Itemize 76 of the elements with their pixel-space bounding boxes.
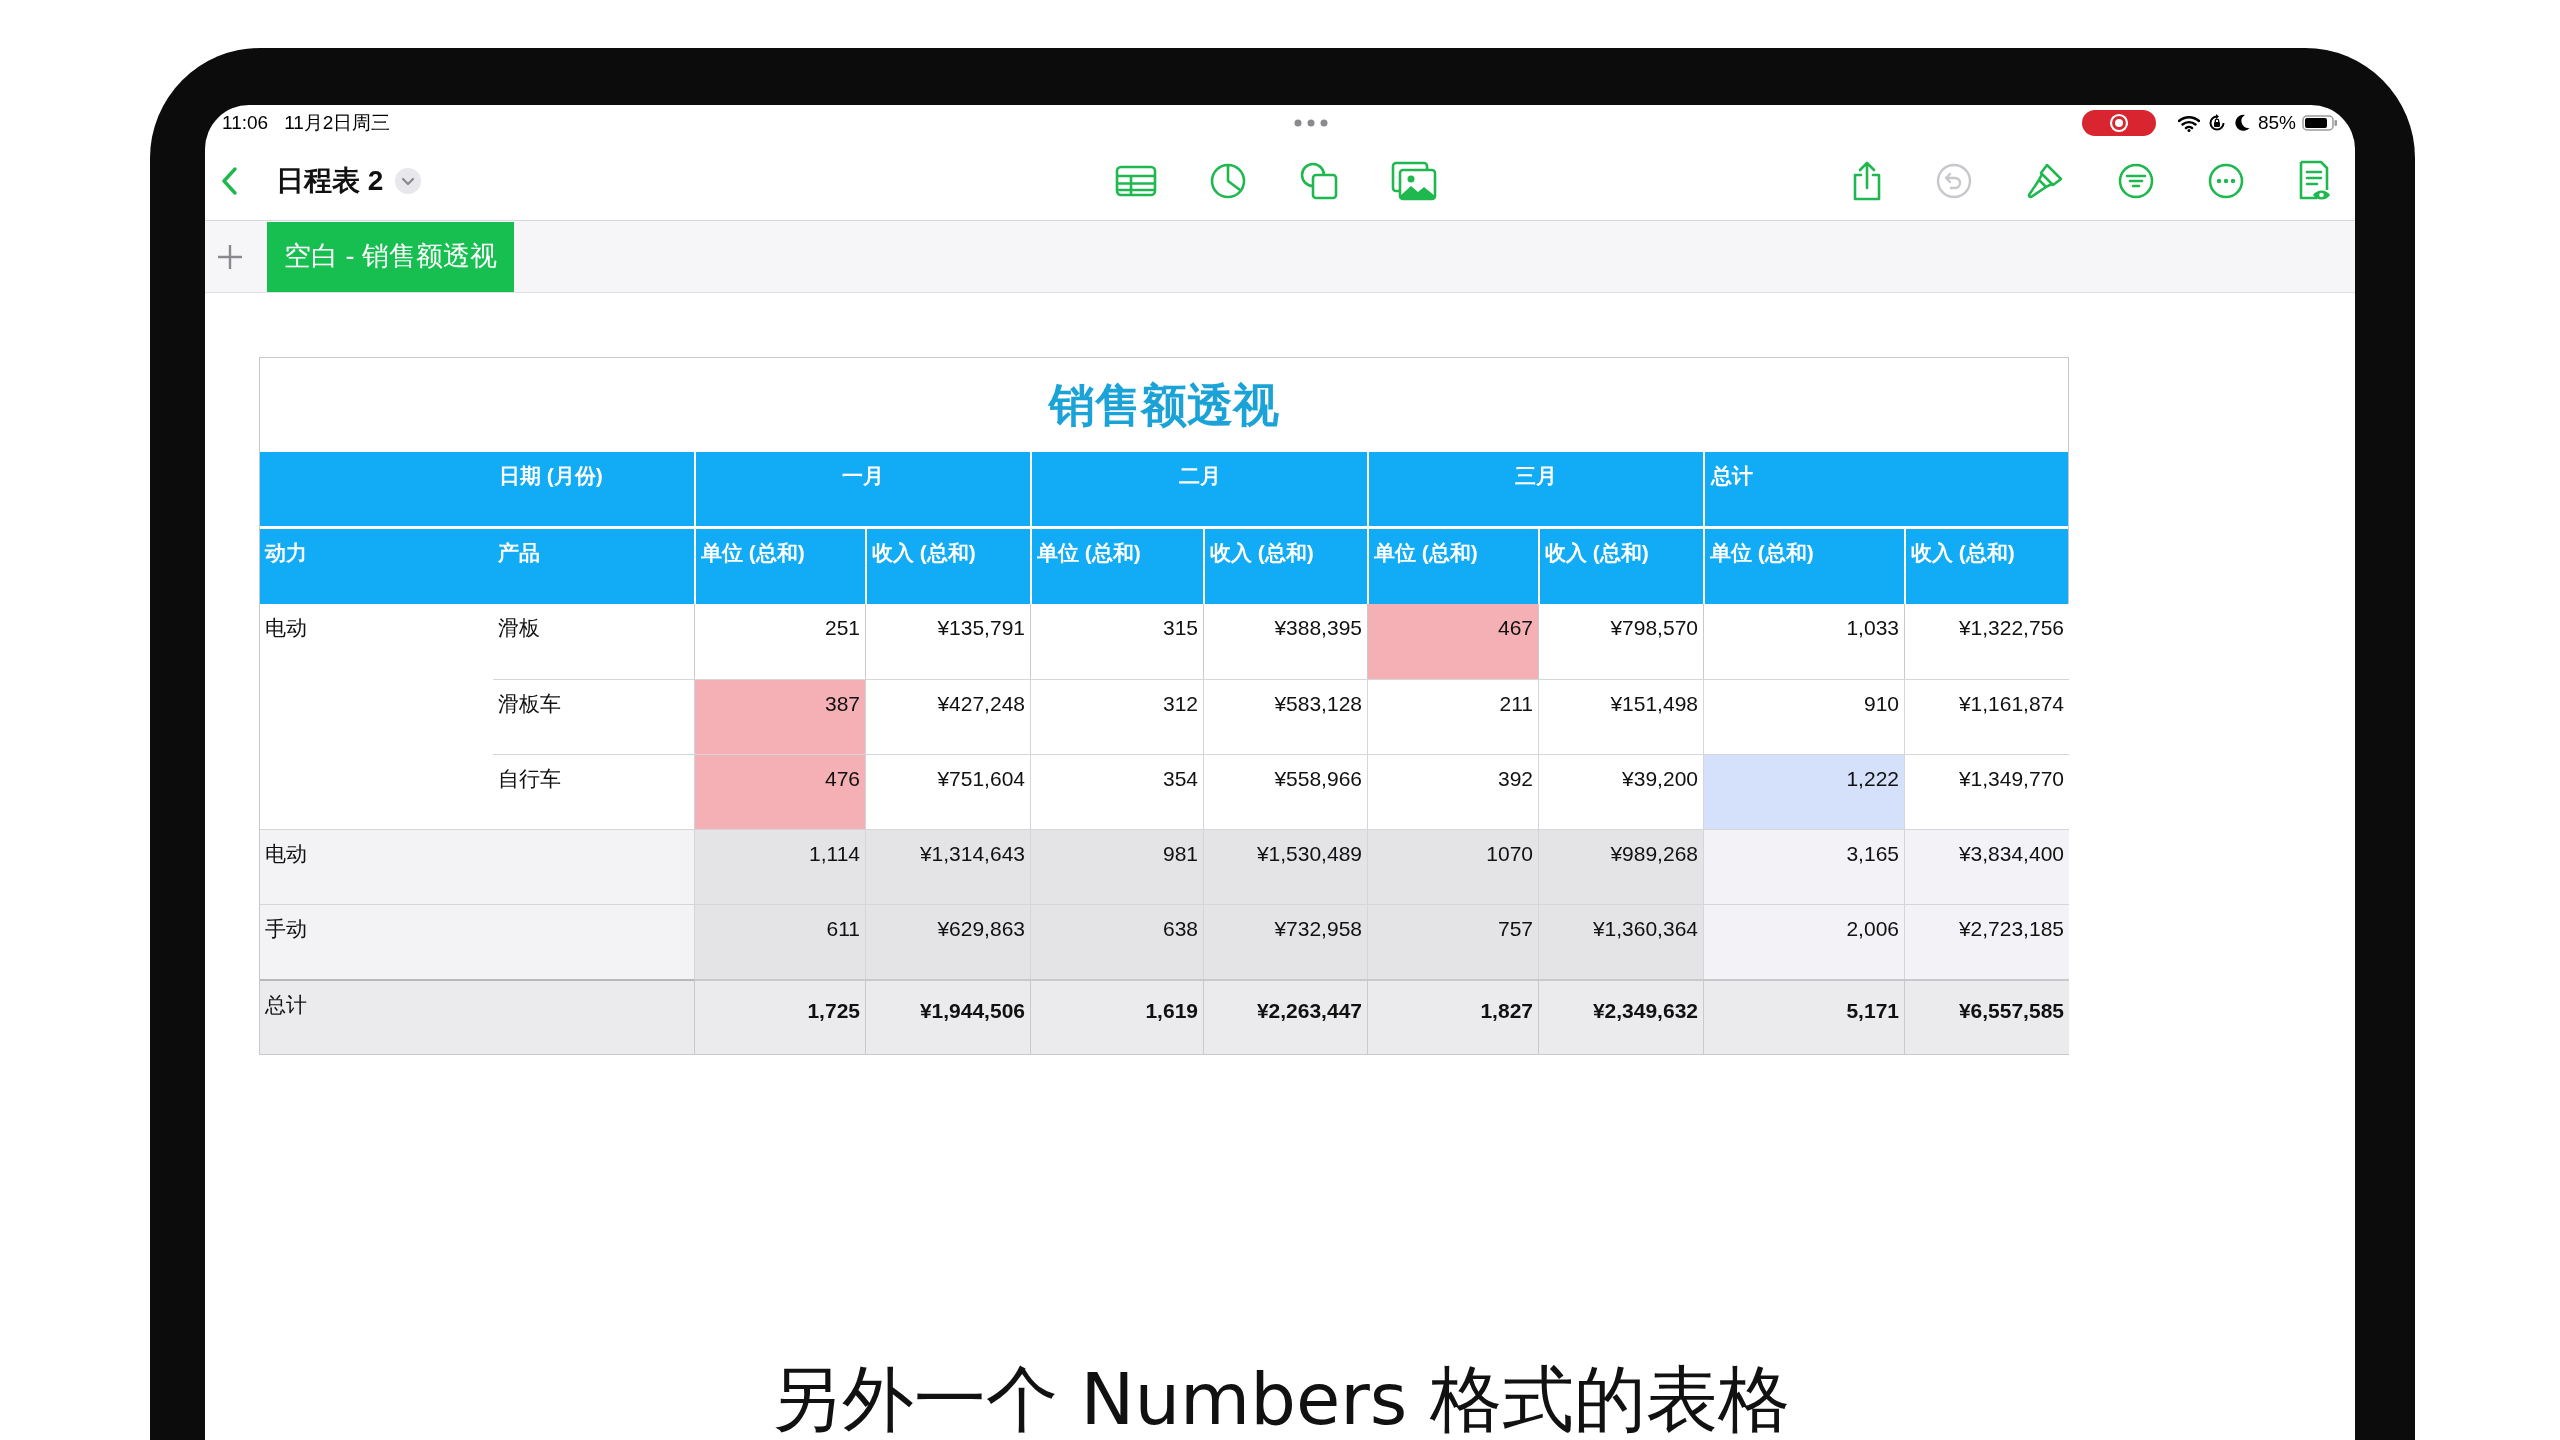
- table-cell: 3,165: [1703, 829, 1904, 904]
- table-cell: ¥427,248: [865, 679, 1030, 754]
- chevron-down-icon[interactable]: [395, 167, 422, 194]
- column-header: 二月: [1030, 452, 1367, 526]
- table-cell: ¥39,200: [1538, 754, 1703, 829]
- table-cell: 1,114: [694, 829, 865, 904]
- table-cell: ¥583,128: [1203, 679, 1367, 754]
- table-cell: 467: [1367, 604, 1538, 679]
- moon-icon: [2233, 114, 2250, 132]
- table-cell: ¥1,322,756: [1904, 604, 2069, 679]
- table-cell: 910: [1703, 679, 1904, 754]
- table-cell: ¥2,263,447: [1203, 979, 1367, 1054]
- column-header: 一月: [694, 452, 1030, 526]
- table-cell: 2,006: [1703, 904, 1904, 979]
- table-cell: ¥1,314,643: [865, 829, 1030, 904]
- table-cell: 354: [1030, 754, 1203, 829]
- table-cell: 387: [694, 679, 865, 754]
- table-cell: 638: [1030, 904, 1203, 979]
- wifi-icon: [2177, 114, 2200, 132]
- table-cell: ¥989,268: [1538, 829, 1703, 904]
- table-cell: ¥6,557,585: [1904, 979, 2069, 1054]
- table-cell: ¥732,958: [1203, 904, 1367, 979]
- table-cell: ¥558,966: [1203, 754, 1367, 829]
- video-caption: 另外一个 Numbers 格式的表格: [769, 1356, 1791, 1440]
- share-icon[interactable]: [1851, 160, 1883, 201]
- media-icon[interactable]: [1390, 160, 1437, 201]
- table-cell: ¥2,349,632: [1538, 979, 1703, 1054]
- column-header: 日期 (月份): [498, 463, 604, 489]
- table-cell: ¥629,863: [865, 904, 1030, 979]
- table-cell: 1,619: [1030, 979, 1203, 1054]
- table-cell: ¥751,604: [865, 754, 1030, 829]
- table-title: 销售额透视: [1046, 377, 1280, 433]
- table-cell: 1,222: [1703, 754, 1904, 829]
- filter-icon[interactable]: [2117, 161, 2155, 200]
- record-icon: [2108, 113, 2129, 133]
- screen-recording-indicator[interactable]: [2081, 110, 2156, 136]
- table-cell: ¥151,498: [1538, 679, 1703, 754]
- multitask-dots-icon[interactable]: [1294, 119, 1329, 127]
- table-cell: ¥1,349,770: [1904, 754, 2069, 829]
- column-header: 三月: [1367, 452, 1703, 526]
- table-cell: ¥2,723,185: [1904, 904, 2069, 979]
- row-label: 电动: [260, 829, 694, 904]
- table-cell: 392: [1367, 754, 1538, 829]
- row-label: 手动: [260, 904, 694, 979]
- table-icon[interactable]: [1114, 164, 1157, 197]
- document-title[interactable]: 日程表 2: [276, 159, 384, 202]
- table-cell: 476: [694, 754, 865, 829]
- rotation-lock-icon: [2207, 114, 2226, 132]
- status-date: 11月2日周三: [284, 110, 391, 135]
- table-cell: 1,827: [1367, 979, 1538, 1054]
- shapes-icon[interactable]: [1298, 160, 1339, 201]
- chart-icon[interactable]: [1208, 161, 1247, 200]
- battery-percentage: 85%: [2257, 110, 2296, 135]
- column-header: 动力: [263, 540, 308, 566]
- back-icon[interactable]: [220, 165, 238, 196]
- more-icon[interactable]: [2207, 161, 2245, 200]
- table-cell: ¥1,530,489: [1203, 829, 1367, 904]
- battery-icon: [2302, 115, 2338, 131]
- table-cell: 211: [1367, 679, 1538, 754]
- document-eye-icon[interactable]: [2297, 159, 2331, 202]
- status-time: 11:06: [222, 110, 269, 135]
- table-cell: 5,171: [1703, 979, 1904, 1054]
- table-cell: ¥1,161,874: [1904, 679, 2069, 754]
- table-cell: 757: [1367, 904, 1538, 979]
- column-header: 产品: [497, 540, 541, 566]
- table-cell: 611: [694, 904, 865, 979]
- table-cell: 981: [1030, 829, 1203, 904]
- table-cell: ¥1,944,506: [865, 979, 1030, 1054]
- table-cell: ¥1,360,364: [1538, 904, 1703, 979]
- table-cell: 312: [1030, 679, 1203, 754]
- table-cell: ¥3,834,400: [1904, 829, 2069, 904]
- add-icon[interactable]: [217, 243, 243, 270]
- table-cell: 1,725: [694, 979, 865, 1054]
- column-header: 总计: [1703, 452, 2069, 526]
- row-label: 总计: [260, 979, 694, 1054]
- table-cell: 1070: [1367, 829, 1538, 904]
